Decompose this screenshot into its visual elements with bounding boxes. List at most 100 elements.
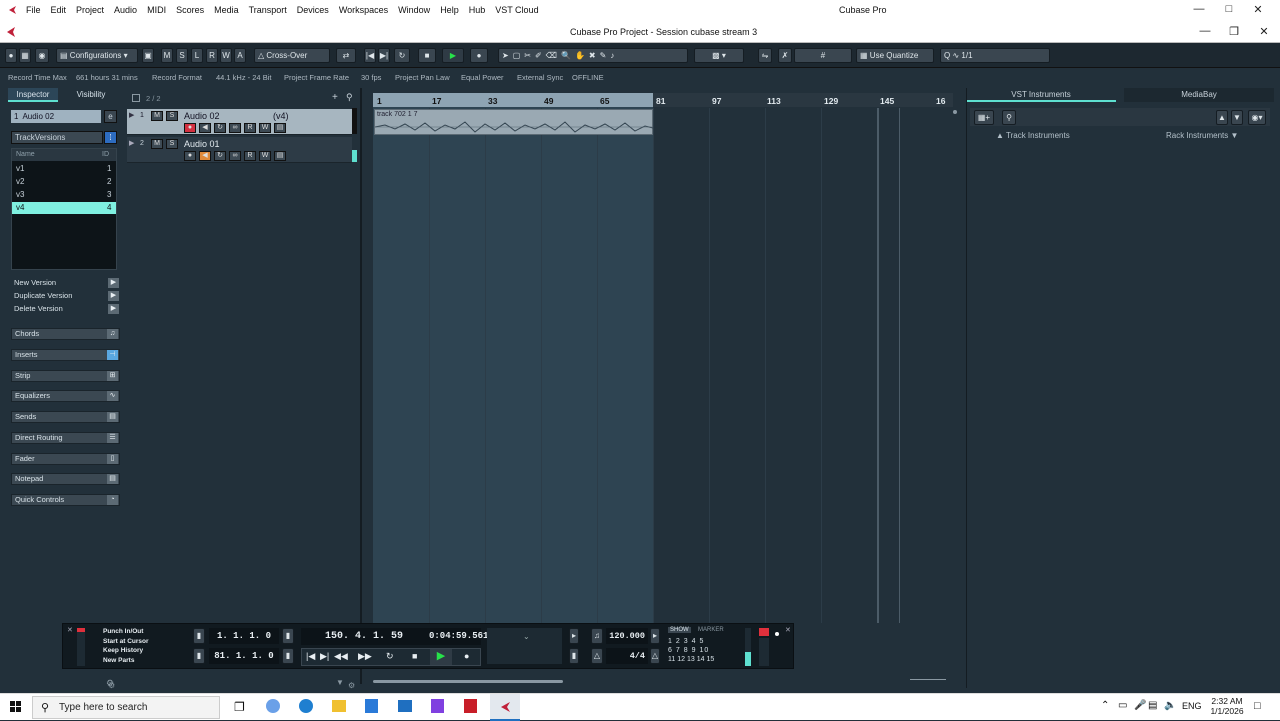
marker-2[interactable]: 2 — [676, 638, 681, 645]
pan-law-value[interactable]: Equal Power — [461, 73, 504, 82]
punch-mode[interactable]: Punch In/Out — [103, 627, 183, 637]
menu-vst-cloud[interactable]: VST Cloud — [495, 5, 538, 15]
marker-11[interactable]: 11 — [668, 656, 675, 663]
add-instrument-icon[interactable]: ▦+ — [974, 110, 994, 125]
add-track-icon[interactable]: + — [332, 92, 338, 103]
track-write-button[interactable]: W — [259, 123, 271, 133]
timebase-icon[interactable]: ↻ — [214, 123, 226, 133]
output-clip-indicator[interactable] — [759, 628, 769, 636]
go-to-end-icon[interactable]: ▶| — [320, 651, 329, 662]
automation-mode-select[interactable]: △ Cross-Over — [254, 48, 330, 63]
track-read-button[interactable]: R — [244, 151, 256, 161]
go-to-start-icon[interactable]: |◀ — [306, 651, 315, 662]
section-direct-routing[interactable]: Direct Routing ☰ — [11, 432, 120, 444]
cubase-taskbar-button[interactable] — [490, 694, 520, 721]
primary-time-display[interactable]: 150. 4. 1. 59 0:04:59.561 — [301, 628, 488, 645]
tempo-display[interactable]: 120.000 — [606, 628, 648, 644]
signature-track-icon[interactable]: ▮ — [569, 648, 579, 664]
stop-icon[interactable]: ■ — [412, 651, 417, 661]
file-explorer-icon[interactable] — [332, 700, 346, 712]
new-version-button[interactable]: New Version ▶ — [11, 278, 120, 290]
record-enable-icon[interactable]: ● — [184, 123, 196, 133]
instrument-settings-icon[interactable]: ◉▾ — [1248, 110, 1266, 125]
windows-start-icon[interactable] — [10, 701, 22, 713]
new-parts-mode[interactable]: New Parts — [103, 656, 183, 666]
go-to-end-icon[interactable]: ▶| — [378, 48, 390, 63]
punch-in-icon[interactable]: ▮ — [193, 648, 205, 664]
marker-14[interactable]: 14 — [697, 656, 705, 663]
menu-hub[interactable]: Hub — [469, 5, 486, 15]
mail-icon[interactable] — [398, 700, 412, 712]
version-row[interactable]: v3 3 — [12, 189, 116, 201]
event-display[interactable]: 1 17 33 49 65 81 97 113 129 145 16 track… — [370, 88, 960, 688]
network-icon[interactable]: ▤ — [1148, 700, 1157, 711]
automation-button[interactable]: A — [234, 48, 246, 63]
minimize-icon[interactable]: — — [1191, 3, 1207, 15]
move-down-icon[interactable]: ▼ — [1231, 110, 1243, 125]
track-row[interactable]: ▶ 2 M S Audio 01 ● ◀ ↻ ∞ R W ▤ — [127, 137, 352, 163]
twitch-icon[interactable] — [431, 699, 444, 713]
edge-icon[interactable] — [299, 699, 313, 713]
configurations-button[interactable]: ▤ Configurations ▾ — [56, 48, 138, 63]
edit-channel-icon[interactable]: e — [104, 110, 117, 123]
right-locator-icon[interactable]: ▮ — [282, 628, 294, 644]
track-write-button[interactable]: W — [259, 151, 271, 161]
left-locator-icon[interactable]: ▮ — [193, 628, 205, 644]
record-enable-icon[interactable]: ● — [184, 151, 196, 161]
section-notepad[interactable]: Notepad ▤ — [11, 473, 120, 485]
fast-forward-icon[interactable]: ▶▶ — [358, 651, 372, 662]
auto-scroll-icon[interactable]: ⇄ — [336, 48, 356, 63]
tool-buttons-group[interactable]: ➤▢✂✐⌫🔍✋✖✎♪ — [498, 48, 688, 63]
lock-icon[interactable]: ∞ — [229, 123, 241, 133]
sync-icon[interactable]: △ — [650, 648, 660, 664]
marker-3[interactable]: 3 — [684, 638, 689, 645]
marker-9[interactable]: 9 — [692, 647, 697, 654]
solo-all-button[interactable]: S — [176, 48, 188, 63]
clock[interactable]: 2:32 AM 1/1/2026 — [1208, 696, 1246, 716]
marker-8[interactable]: 8 — [684, 647, 689, 654]
track-solo-button[interactable]: S — [166, 111, 178, 121]
listen-button[interactable]: L — [191, 48, 203, 63]
tab-inspector[interactable]: Inspector — [8, 88, 58, 102]
track-read-button[interactable]: R — [244, 123, 256, 133]
menu-file[interactable]: File — [26, 5, 41, 15]
version-row[interactable]: v2 2 — [12, 176, 116, 188]
notifications-icon[interactable]: □ — [1254, 700, 1261, 712]
tab-vst-instruments[interactable]: VST Instruments — [966, 88, 1116, 102]
audio-event[interactable]: track 702 1 7 — [374, 109, 653, 135]
monitor-icon[interactable]: ◀ — [199, 123, 211, 133]
write-button[interactable]: W — [220, 48, 232, 63]
marker-dropdown-icon[interactable]: ⌄ — [523, 632, 530, 641]
menu-project[interactable]: Project — [76, 5, 104, 15]
version-row[interactable]: v1 1 — [12, 163, 116, 175]
snap-icon[interactable]: ⇋ — [758, 48, 772, 63]
record-modes[interactable]: Punch In/Out Start at Cursor Keep Histor… — [103, 627, 183, 665]
transport-settings-icon[interactable]: ⚙ — [348, 681, 355, 690]
activate-project-icon[interactable]: ● — [5, 48, 17, 63]
menu-transport[interactable]: Transport — [249, 5, 287, 15]
section-strip[interactable]: Strip ⊞ — [11, 370, 120, 382]
store-icon[interactable] — [365, 699, 378, 713]
inspector-track-header[interactable]: 1 Audio 02 — [11, 110, 101, 123]
tempo-track-icon[interactable]: ▸ — [569, 628, 579, 644]
ruler[interactable]: 1 17 33 49 65 81 97 113 129 145 16 — [373, 93, 953, 107]
set-up-window-icon[interactable]: ▦ — [19, 48, 31, 63]
tab-mediabay[interactable]: MediaBay — [1124, 88, 1274, 102]
delete-version-button[interactable]: Delete Version ▶ — [11, 304, 120, 316]
taskbar-search[interactable]: ⚲ Type here to search — [32, 696, 220, 719]
cycle-icon[interactable]: ↻ — [386, 651, 394, 662]
external-sync-value[interactable]: OFFLINE — [572, 73, 604, 82]
menu-help[interactable]: Help — [440, 5, 459, 15]
marker-13[interactable]: 13 — [687, 656, 695, 663]
duplicate-version-button[interactable]: Duplicate Version ▶ — [11, 291, 120, 303]
menu-edit[interactable]: Edit — [51, 5, 67, 15]
marker-1[interactable]: 1 — [668, 638, 673, 645]
maximize-icon[interactable]: □ — [1221, 3, 1237, 15]
section-sends[interactable]: Sends ▤ — [11, 411, 120, 423]
camera-icon[interactable]: ▣ — [142, 48, 154, 63]
tab-visibility[interactable]: Visibility — [66, 88, 116, 102]
section-chords[interactable]: Chords ♫ — [11, 328, 120, 340]
transport-close-icon[interactable]: ✕ — [67, 626, 73, 634]
instrument-search-icon[interactable]: ⚲ — [1002, 110, 1016, 125]
timebase-icon[interactable]: ↻ — [214, 151, 226, 161]
